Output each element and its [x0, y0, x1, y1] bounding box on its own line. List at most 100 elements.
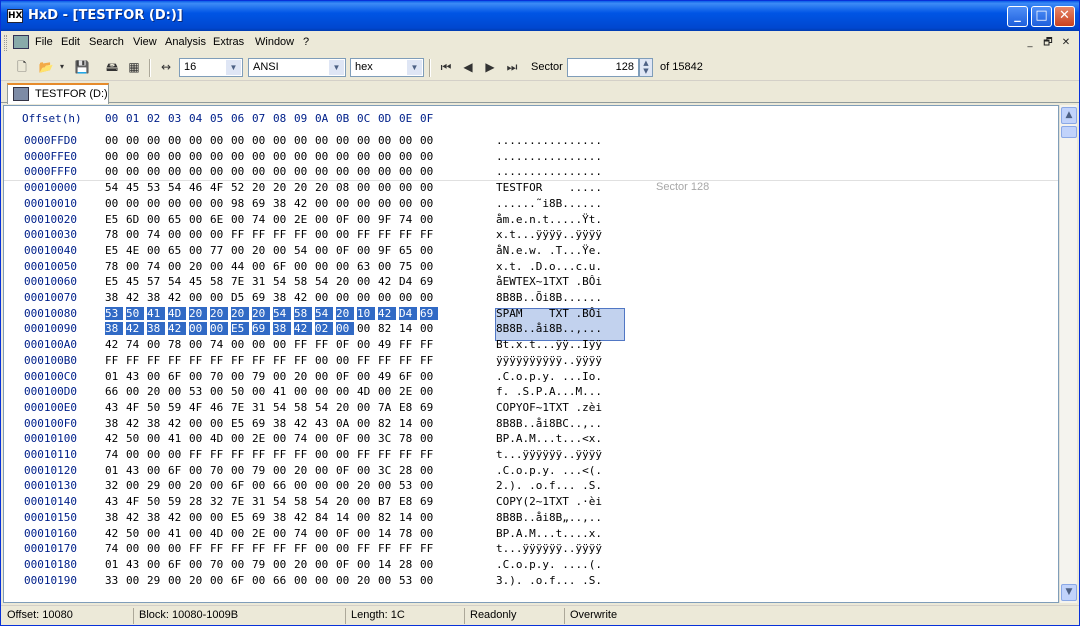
hex-byte[interactable]: 00 [231, 432, 249, 445]
hex-byte[interactable]: 74 [147, 260, 165, 273]
hex-byte[interactable]: 54 [273, 306, 291, 320]
hex-byte[interactable]: 00 [420, 527, 438, 540]
hex-byte[interactable]: 00 [189, 432, 207, 445]
hex-byte[interactable]: 00 [357, 213, 375, 226]
hex-byte[interactable]: 29 [147, 479, 165, 492]
chevron-down-icon[interactable]: ▼ [226, 60, 241, 75]
hex-byte[interactable]: 00 [168, 574, 186, 587]
hex-byte[interactable]: 53 [147, 181, 165, 194]
hex-byte[interactable]: 0F [336, 213, 354, 226]
hex-row[interactable]: 00010000 54 45 53 54 46 4F 52 20 20 20 20 08 00 00 00 00… [4, 181, 1058, 197]
hex-byte[interactable]: 20 [252, 244, 270, 257]
hex-byte[interactable]: 00 [189, 338, 207, 351]
hex-byte[interactable]: 6F [168, 370, 186, 383]
hex-row[interactable]: 00010190 33 00 29 00 20 00 6F 00 66 00 00 00 20 00 53 00… [4, 574, 1058, 590]
hex-byte[interactable]: 00 [168, 197, 186, 210]
hex-byte[interactable]: FF [273, 448, 291, 461]
hex-byte[interactable]: 59 [168, 401, 186, 414]
hex-row[interactable]: 000100A0 42 74 00 78 00 74 00 00 00 FF FF 0F 00 49 FF FF… [4, 338, 1058, 354]
hex-byte[interactable]: 00 [231, 370, 249, 383]
hex-byte[interactable]: 69 [420, 495, 438, 508]
hex-byte[interactable]: 00 [315, 228, 333, 241]
hex-byte[interactable]: FF [273, 354, 291, 367]
hex-byte[interactable]: 6F [273, 260, 291, 273]
hex-byte[interactable]: 0F [336, 558, 354, 571]
hex-byte[interactable]: 00 [378, 291, 396, 304]
hex-byte[interactable]: FF [231, 228, 249, 241]
hex-byte[interactable]: 00 [273, 165, 291, 178]
hex-byte[interactable]: 7E [231, 401, 249, 414]
hex-byte[interactable]: 3C [378, 432, 396, 445]
hex-byte[interactable]: 54 [315, 495, 333, 508]
hex-byte[interactable]: 00 [357, 291, 375, 304]
hex-row[interactable]: 00010040 E5 4E 00 65 00 77 00 20 00 54 00 0F 00 9F 65 00… [4, 244, 1058, 260]
hex-byte[interactable]: 00 [420, 432, 438, 445]
hex-byte[interactable]: 38 [105, 322, 123, 336]
hex-byte[interactable]: 53 [105, 306, 123, 320]
hex-byte[interactable]: 65 [168, 213, 186, 226]
hex-byte[interactable]: 00 [420, 385, 438, 398]
hex-byte[interactable]: 32 [105, 479, 123, 492]
hex-byte[interactable]: 00 [336, 385, 354, 398]
chevron-down-icon[interactable]: ▼ [329, 60, 344, 75]
hex-byte[interactable]: 00 [378, 260, 396, 273]
ascii-text[interactable]: .C.o.p.y. ...<(. [496, 464, 602, 477]
hex-byte[interactable]: 00 [315, 354, 333, 367]
hex-byte[interactable]: 00 [378, 165, 396, 178]
hex-byte[interactable]: FF [399, 354, 417, 367]
hex-byte[interactable]: 20 [336, 306, 354, 320]
hex-byte[interactable]: 00 [147, 432, 165, 445]
ascii-text[interactable]: COPY(2~1TXT .·èi [496, 495, 602, 508]
hex-byte[interactable]: 00 [273, 213, 291, 226]
hex-byte[interactable]: 00 [147, 197, 165, 210]
hex-byte[interactable]: 00 [399, 165, 417, 178]
hex-byte[interactable]: 00 [315, 213, 333, 226]
hex-byte[interactable]: 00 [189, 558, 207, 571]
hex-byte[interactable]: 42 [126, 417, 144, 430]
hex-byte[interactable]: 38 [147, 511, 165, 524]
hex-byte[interactable]: 78 [168, 338, 186, 351]
minimize-button[interactable]: _ [1007, 6, 1028, 27]
hex-byte[interactable]: 84 [315, 511, 333, 524]
hex-byte[interactable]: 20 [336, 275, 354, 288]
hex-byte[interactable]: 00 [273, 464, 291, 477]
ascii-text[interactable]: 8B8B..åi8BC..,.. [496, 417, 602, 430]
hex-byte[interactable]: FF [378, 354, 396, 367]
hex-byte[interactable]: 00 [231, 213, 249, 226]
hex-byte[interactable]: 00 [252, 165, 270, 178]
hex-byte[interactable]: 00 [357, 432, 375, 445]
hex-byte[interactable]: 00 [189, 244, 207, 257]
hex-byte[interactable]: 20 [357, 479, 375, 492]
hex-byte[interactable]: 00 [189, 165, 207, 178]
hex-byte[interactable]: 45 [126, 181, 144, 194]
hex-byte[interactable]: 20 [147, 385, 165, 398]
ascii-text[interactable]: Bt.x.t...ÿÿ..Iÿÿ [496, 338, 602, 351]
hex-byte[interactable]: 33 [105, 574, 123, 587]
save-icon[interactable]: 💾 [73, 58, 91, 76]
hex-byte[interactable]: FF [147, 354, 165, 367]
hex-byte[interactable]: 00 [189, 213, 207, 226]
hex-byte[interactable]: 69 [252, 197, 270, 210]
hex-byte[interactable]: FF [189, 542, 207, 555]
hex-byte[interactable]: 98 [231, 197, 249, 210]
new-file-icon[interactable]: 🗋 [13, 58, 31, 76]
hex-byte[interactable]: 43 [126, 558, 144, 571]
menu-file[interactable]: File [35, 36, 53, 48]
hex-byte[interactable]: 00 [273, 558, 291, 571]
hex-byte[interactable]: 38 [147, 417, 165, 430]
hex-byte[interactable]: 4D [357, 385, 375, 398]
hex-byte[interactable]: 00 [168, 542, 186, 555]
hex-byte[interactable]: 00 [147, 244, 165, 257]
hex-row[interactable]: 000100F0 38 42 38 42 00 00 E5 69 38 42 43 0A 00 82 14 00… [4, 417, 1058, 433]
hex-byte[interactable]: 00 [420, 322, 438, 335]
mdi-close-button[interactable]: ✕ [1059, 37, 1073, 49]
hex-byte[interactable]: 54 [168, 275, 186, 288]
hex-byte[interactable]: 00 [126, 448, 144, 461]
hex-byte[interactable]: 54 [273, 401, 291, 414]
hex-byte[interactable]: 42 [294, 197, 312, 210]
hex-byte[interactable]: FF [357, 228, 375, 241]
first-sector-icon[interactable]: ⏮ [437, 58, 455, 76]
hex-byte[interactable]: FF [357, 354, 375, 367]
hex-byte[interactable]: 50 [126, 306, 144, 320]
hex-byte[interactable]: 00 [357, 322, 375, 335]
